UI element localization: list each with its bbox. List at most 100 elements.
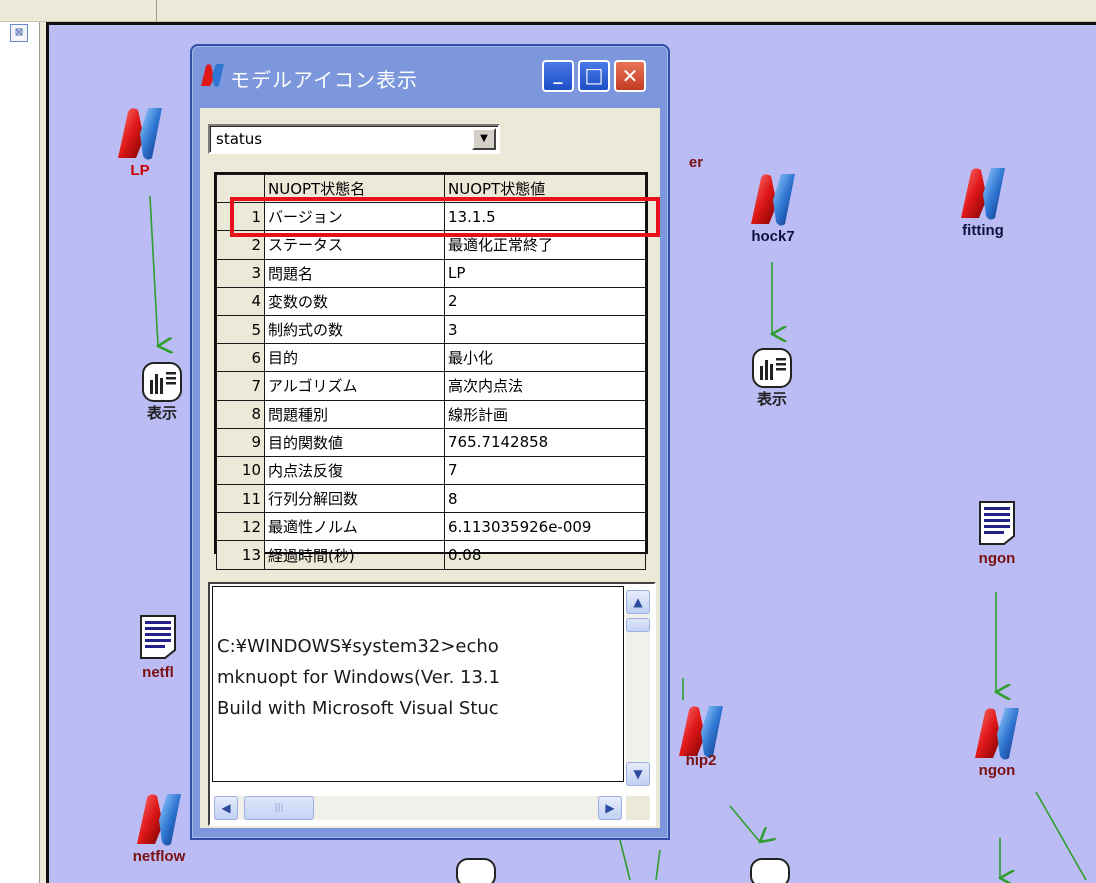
node-netflow[interactable]: netflow [128, 790, 190, 865]
row-number[interactable]: 11 [216, 484, 265, 514]
node-display-1[interactable]: 表示 [138, 362, 186, 423]
status-value-cell[interactable]: 高次内点法 [444, 371, 646, 401]
table-row[interactable]: 12 最適性ノルム 6.113035926e-009 [216, 512, 646, 542]
row-number[interactable]: 13 [216, 540, 265, 570]
title-bar[interactable]: モデルアイコン表示 _ □ ✕ [192, 46, 668, 106]
status-value-cell[interactable]: 最小化 [444, 343, 646, 373]
table-row[interactable]: 10 内点法反復 7 [216, 455, 646, 486]
node-hock7[interactable]: hock7 [740, 170, 806, 245]
nuopt-model-icon [961, 168, 1005, 220]
status-name-cell[interactable]: 目的関数値 [264, 427, 445, 457]
row-number[interactable]: 1 [216, 202, 265, 232]
table-row[interactable]: 13 経過時間(秒) 0.08 [216, 540, 646, 570]
scroll-right-icon[interactable]: ▶ [598, 796, 622, 820]
node-netflow-data[interactable]: netfl [128, 614, 188, 681]
node-fitting[interactable]: fitting [948, 164, 1018, 239]
status-name-cell[interactable]: 目的 [264, 343, 445, 373]
node-ngon-model[interactable]: ngon [966, 704, 1028, 779]
table-row[interactable]: 4 変数の数 2 [216, 286, 646, 316]
table-row[interactable]: 9 目的関数値 765.7142858 [216, 427, 646, 457]
node-lp[interactable]: LP [108, 104, 172, 179]
status-name-cell[interactable]: 経過時間(秒) [264, 540, 445, 570]
column-header-value[interactable]: NUOPT状態値 [444, 173, 646, 204]
status-name-cell[interactable]: 変数の数 [264, 286, 445, 316]
row-number[interactable]: 8 [216, 399, 265, 429]
row-number[interactable]: 6 [216, 343, 265, 373]
data-file-icon [979, 501, 1015, 545]
status-name-cell[interactable]: ステータス [264, 230, 445, 260]
horizontal-scroll-thumb[interactable]: ||| [244, 796, 314, 820]
status-value-cell[interactable]: 2 [444, 286, 646, 316]
model-icon-display-window[interactable]: モデルアイコン表示 _ □ ✕ status ▼ NUOPT状態名 NUOPT状… [190, 44, 670, 840]
node-hip2[interactable]: hip2 [672, 702, 730, 769]
minimize-button[interactable]: _ [542, 60, 574, 92]
row-number[interactable]: 2 [216, 230, 265, 260]
row-number-header [216, 173, 265, 204]
status-name-cell[interactable]: バージョン [264, 202, 445, 232]
console-line: mknuopt for Windows(Ver. 13.1 [217, 667, 501, 688]
view-select[interactable]: status ▼ [208, 124, 500, 154]
status-value-cell[interactable]: 13.1.5 [444, 202, 646, 232]
horizontal-scrollbar[interactable]: ◀ ||| ▶ [214, 796, 622, 820]
node-ngon-data[interactable]: ngon [970, 500, 1024, 567]
chart-display-icon [142, 362, 182, 402]
status-name-cell[interactable]: アルゴリズム [264, 371, 445, 401]
status-value-cell[interactable]: LP [444, 258, 646, 288]
status-value-cell[interactable]: 765.7142858 [444, 427, 646, 457]
chart-display-icon [752, 348, 792, 388]
data-file-icon [140, 615, 176, 659]
node-display-4[interactable] [750, 858, 790, 883]
node-er[interactable]: er [676, 154, 716, 171]
row-number[interactable]: 9 [216, 427, 265, 457]
row-number[interactable]: 7 [216, 371, 265, 401]
dropdown-arrow-icon[interactable]: ▼ [472, 128, 496, 150]
node-label: fitting [962, 222, 1004, 239]
scroll-down-icon[interactable]: ▼ [626, 762, 650, 786]
table-row[interactable]: 5 制約式の数 3 [216, 314, 646, 345]
table-row[interactable]: 3 問題名 LP [216, 258, 646, 288]
row-number[interactable]: 12 [216, 512, 265, 542]
node-label: ngon [978, 550, 1016, 567]
status-name-cell[interactable]: 最適性ノルム [264, 512, 445, 542]
table-row[interactable]: 7 アルゴリズム 高次内点法 [216, 371, 646, 401]
scroll-left-icon[interactable]: ◀ [214, 796, 238, 820]
node-display-2[interactable]: 表示 [748, 348, 796, 409]
node-display-3[interactable] [456, 858, 496, 883]
console-output[interactable]: C:¥WINDOWS¥system32>echo mknuopt for Wind… [208, 582, 656, 826]
vertical-scroll-thumb[interactable] [626, 618, 650, 632]
status-value-cell[interactable]: 最適化正常終了 [444, 230, 646, 260]
row-number[interactable]: 5 [216, 314, 265, 345]
status-name-cell[interactable]: 制約式の数 [264, 314, 445, 345]
status-value-cell[interactable]: 3 [444, 314, 646, 345]
close-button[interactable]: ✕ [614, 60, 646, 92]
scrollbar-corner [626, 796, 650, 820]
status-name-cell[interactable]: 行列分解回数 [264, 484, 445, 514]
table-row[interactable]: 11 行列分解回数 8 [216, 484, 646, 514]
chart-display-icon [456, 858, 496, 883]
scroll-up-icon[interactable]: ▲ [626, 590, 650, 614]
status-value-cell[interactable]: 0.08 [444, 540, 646, 570]
status-value-cell[interactable]: 6.113035926e-009 [444, 512, 646, 542]
status-value-cell[interactable]: 7 [444, 455, 646, 486]
status-name-cell[interactable]: 内点法反復 [264, 455, 445, 486]
console-text-area[interactable]: C:¥WINDOWS¥system32>echo mknuopt for Wind… [212, 586, 624, 782]
table-row[interactable]: 6 目的 最小化 [216, 343, 646, 373]
status-name-cell[interactable]: 問題種別 [264, 399, 445, 429]
status-name-cell[interactable]: 問題名 [264, 258, 445, 288]
column-header-name[interactable]: NUOPT状態名 [264, 173, 445, 204]
nuopt-model-icon [118, 108, 162, 160]
table-row[interactable]: 2 ステータス 最適化正常終了 [216, 230, 646, 260]
maximize-button[interactable]: □ [578, 60, 610, 92]
vertical-scrollbar[interactable]: ▲ ▼ [626, 590, 650, 786]
minimize-icon: _ [553, 64, 563, 85]
node-label: LP [130, 162, 150, 179]
row-number[interactable]: 3 [216, 258, 265, 288]
status-value-cell[interactable]: 線形計画 [444, 399, 646, 429]
row-number[interactable]: 4 [216, 286, 265, 316]
status-value-cell[interactable]: 8 [444, 484, 646, 514]
table-row[interactable]: 8 問題種別 線形計画 [216, 399, 646, 429]
chart-display-icon [750, 858, 790, 883]
row-number[interactable]: 10 [216, 455, 265, 486]
table-row[interactable]: 1 バージョン 13.1.5 [216, 202, 646, 232]
console-line: C:¥WINDOWS¥system32>echo [217, 636, 499, 657]
